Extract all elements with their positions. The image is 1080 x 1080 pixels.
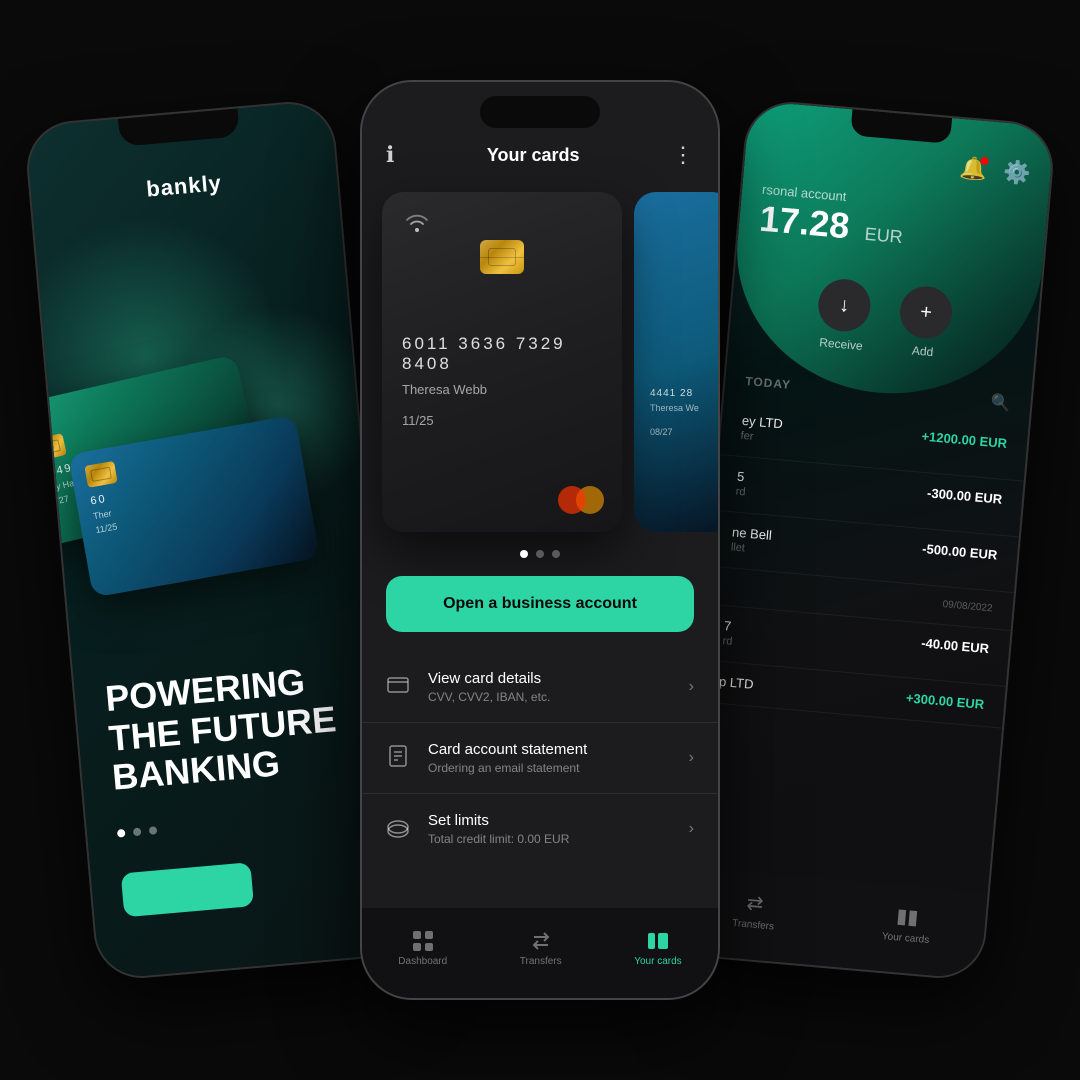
dot-3 <box>552 550 560 558</box>
cards-icon <box>647 930 669 952</box>
nav-transfers[interactable]: ⇄ Transfers <box>732 889 777 932</box>
card-carousel: 6011 3636 7329 8408 Theresa Webb 11/25 4… <box>382 192 698 532</box>
card-number: 6011 3636 7329 8408 <box>402 334 602 374</box>
carousel-dots <box>520 550 560 558</box>
bottom-navigation: Dashboard Transfers Your <box>362 908 718 998</box>
add-icon: + <box>898 284 954 340</box>
left-carousel-dots <box>117 826 158 837</box>
card-expiry-2: 08/27 <box>650 427 718 437</box>
nav-dashboard[interactable]: Dashboard <box>398 930 447 967</box>
menu-item-view-card[interactable]: View card details CVV, CVV2, IBAN, etc. … <box>362 652 718 723</box>
card-name-2: Theresa We <box>650 403 718 413</box>
mastercard-logo <box>558 486 604 514</box>
menu-list: View card details CVV, CVV2, IBAN, etc. … <box>362 652 718 864</box>
main-card-1: 6011 3636 7329 8408 Theresa Webb 11/25 <box>382 192 622 532</box>
chip-icon <box>480 240 524 274</box>
chevron-right-icon-3: › <box>689 820 694 838</box>
main-card-2: 4441 28 Theresa We 08/27 <box>634 192 718 532</box>
left-phone: bankly 📶 5449 7247 5256 45 Guy Hawkins 1… <box>23 98 407 982</box>
nav-your-cards[interactable]: Your cards <box>634 930 681 967</box>
dynamic-island <box>480 96 600 128</box>
menu-item-text-3: Set limits Total credit limit: 0.00 EUR <box>428 812 689 846</box>
receive-icon: ↓ <box>816 277 872 333</box>
right-phone-screen: 🔔 ⚙️ rsonal account 17.28 EUR ↓ Receive … <box>675 100 1054 979</box>
center-header: ℹ Your cards ⋮ <box>362 142 718 168</box>
page-title: Your cards <box>487 145 580 166</box>
receive-button[interactable]: ↓ Receive <box>814 277 872 353</box>
right-phone: 🔔 ⚙️ rsonal account 17.28 EUR ↓ Receive … <box>673 98 1057 982</box>
statement-icon <box>386 744 414 772</box>
card-name: Theresa Webb <box>402 382 602 397</box>
wifi-icon <box>402 212 602 232</box>
limits-icon <box>386 815 414 843</box>
notification-icon[interactable]: 🔔 <box>959 155 989 183</box>
cards-icon: ▮▮ <box>895 903 919 930</box>
center-phone-screen: ℹ Your cards ⋮ 6011 3636 7329 8408 There… <box>362 82 718 998</box>
card-number-2: 4441 28 <box>650 388 718 399</box>
add-button[interactable]: + Add <box>896 284 954 360</box>
center-phone: ℹ Your cards ⋮ 6011 3636 7329 8408 There… <box>360 80 720 1000</box>
settings-icon[interactable]: ⚙️ <box>1002 159 1032 187</box>
menu-item-limits[interactable]: Set limits Total credit limit: 0.00 EUR … <box>362 794 718 864</box>
card-expiry: 11/25 <box>402 413 602 428</box>
transfers-icon: ⇄ <box>746 890 765 916</box>
chevron-right-icon: › <box>689 678 694 696</box>
transaction-list: ey LTD +1200.00 EUR fer 5 -300.00 EUR rd <box>683 399 1028 890</box>
more-icon[interactable]: ⋮ <box>672 142 694 168</box>
left-logo: bankly <box>145 170 223 202</box>
search-icon[interactable]: 🔍 <box>990 392 1012 414</box>
chip-icon <box>33 433 67 461</box>
dot-1 <box>520 550 528 558</box>
menu-item-text: View card details CVV, CVV2, IBAN, etc. <box>428 670 689 704</box>
info-icon[interactable]: ℹ <box>386 142 394 168</box>
card-details-icon <box>386 673 414 701</box>
transfers-icon <box>530 930 552 952</box>
chip-icon-2 <box>84 461 117 488</box>
open-business-account-button[interactable]: Open a business account <box>386 576 694 632</box>
menu-item-statement[interactable]: Card account statement Ordering an email… <box>362 723 718 794</box>
notification-dot <box>980 157 989 166</box>
left-cta-button[interactable] <box>121 862 254 917</box>
dot-2 <box>536 550 544 558</box>
nav-transfers[interactable]: Transfers <box>520 930 562 967</box>
chevron-right-icon-2: › <box>689 749 694 767</box>
dashboard-icon <box>412 930 434 952</box>
dot-1 <box>117 829 126 838</box>
dot-2 <box>133 828 142 837</box>
left-phone-notch <box>118 108 240 146</box>
nav-your-cards[interactable]: ▮▮ Your cards <box>881 902 932 946</box>
left-phone-screen: bankly 📶 5449 7247 5256 45 Guy Hawkins 1… <box>25 100 404 979</box>
left-tagline: POWERING THE FUTURE BANKING <box>104 660 341 798</box>
dot-3 <box>149 826 158 835</box>
menu-item-text-2: Card account statement Ordering an email… <box>428 741 689 775</box>
